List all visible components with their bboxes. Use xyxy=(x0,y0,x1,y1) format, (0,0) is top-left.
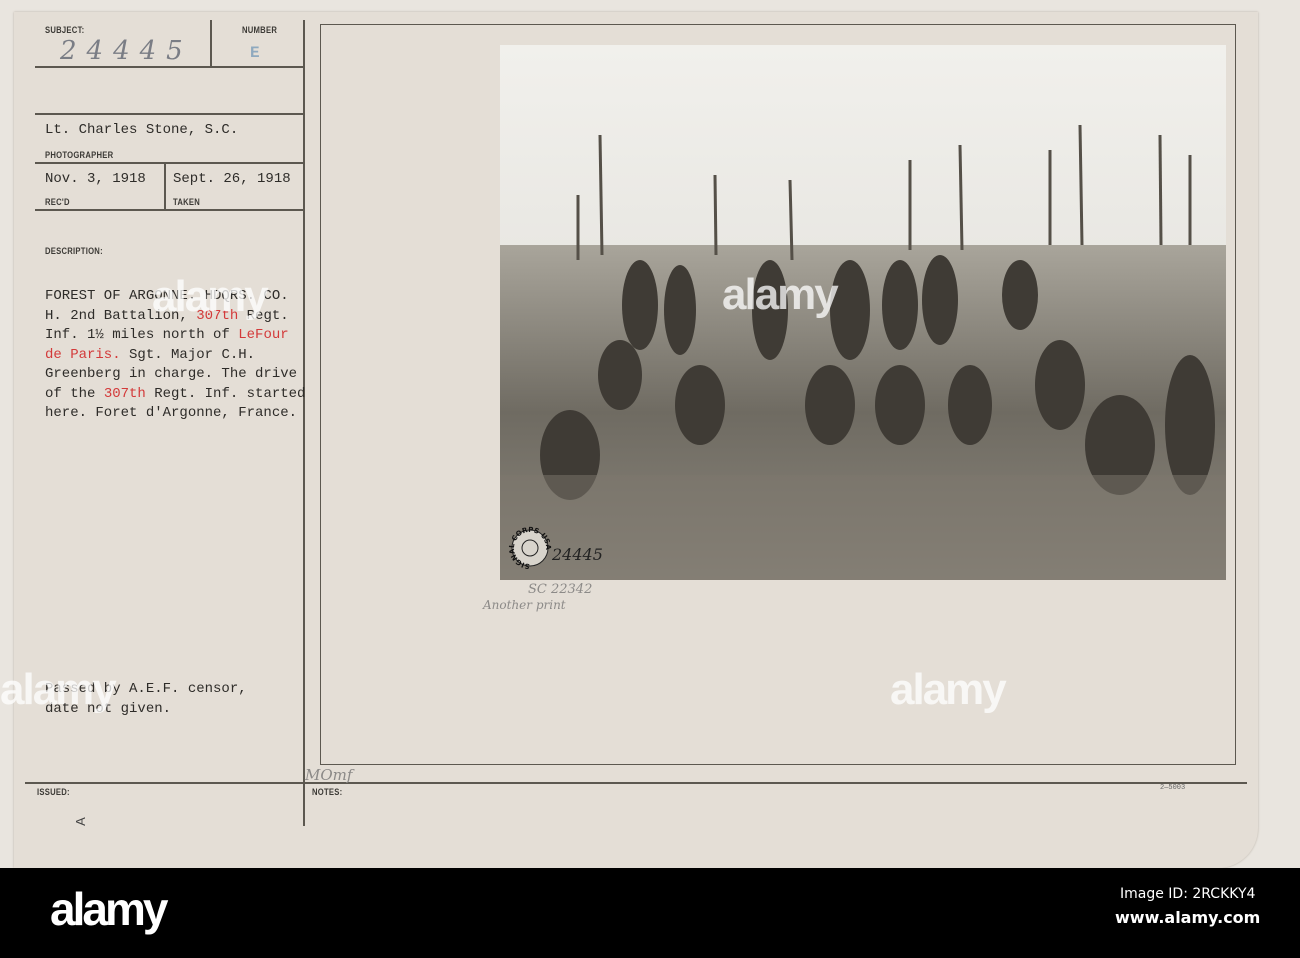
text-segment: Greenberg in charge. The drive xyxy=(45,366,298,382)
photographer-label: PHOTOGRAPHER xyxy=(45,150,114,160)
notes-label: NOTES: xyxy=(312,787,343,797)
text-segment: of the xyxy=(45,385,104,402)
image-id: Image ID: 2RCKKY4 xyxy=(1120,886,1256,902)
description-line: Inf. 1½ miles north of LeFour xyxy=(45,327,289,343)
subject-label: SUBJECT: xyxy=(45,25,85,35)
watermark-logo: alamy xyxy=(722,270,839,319)
photo-note: Another print xyxy=(483,598,566,612)
text-segment: Sgt. Major C.H. xyxy=(120,346,256,363)
photographer-name: Lt. Charles Stone, S.C. xyxy=(45,122,239,138)
subject-value: 24445 xyxy=(60,36,193,66)
divider xyxy=(303,20,305,826)
received-date: Nov. 3, 1918 xyxy=(45,171,146,187)
photo-sc-number: SC 22342 xyxy=(528,582,593,597)
description-line: of the 307th Regt. Inf. started xyxy=(45,386,305,402)
divider xyxy=(35,66,303,68)
watermark-logo: alamy xyxy=(0,665,117,714)
description-label: DESCRIPTION: xyxy=(45,246,103,256)
text-segment: Inf. 1½ miles north of xyxy=(45,327,239,343)
highlighted-text: LeFour xyxy=(238,327,289,343)
taken-date: Sept. 26, 1918 xyxy=(173,171,291,187)
watermark-logo: alamy xyxy=(890,665,1007,714)
description-line: here. Foret d'Argonne, France. xyxy=(45,405,297,421)
divider xyxy=(210,20,212,66)
highlighted-text: 307th xyxy=(103,385,146,402)
received-label: REC'D xyxy=(45,197,70,207)
text-segment: here. Foret d'Argonne, France. xyxy=(45,405,298,421)
number-value: E xyxy=(250,44,260,62)
highlighted-text: de Paris. xyxy=(45,346,121,363)
form-number: 2—5003 xyxy=(1160,784,1186,792)
taken-label: TAKEN xyxy=(173,197,201,207)
photo-handwritten-number: 24445 xyxy=(551,545,603,564)
issued-mark: A xyxy=(72,817,88,826)
notes-pencil: MOmf xyxy=(305,766,353,784)
watermark-bar: alamy Image ID: 2RCKKY4 www.alamy.com xyxy=(0,868,1300,958)
site-url: www.alamy.com xyxy=(1115,908,1261,927)
watermark-logo: alamy xyxy=(152,272,269,321)
divider xyxy=(35,209,303,211)
alamy-logo: alamy xyxy=(50,883,168,935)
divider xyxy=(35,162,303,164)
number-label: NUMBER xyxy=(242,25,278,35)
issued-label: ISSUED: xyxy=(37,787,70,797)
photograph: SIGNAL CORPS USA 24445 xyxy=(500,45,1226,580)
divider xyxy=(164,162,166,210)
divider xyxy=(25,782,1247,784)
description-line: de Paris. Sgt. Major C.H. xyxy=(45,347,255,363)
description-line: Greenberg in charge. The drive xyxy=(45,366,297,382)
text-segment: Regt. Inf. started xyxy=(145,385,306,402)
divider xyxy=(35,113,303,115)
